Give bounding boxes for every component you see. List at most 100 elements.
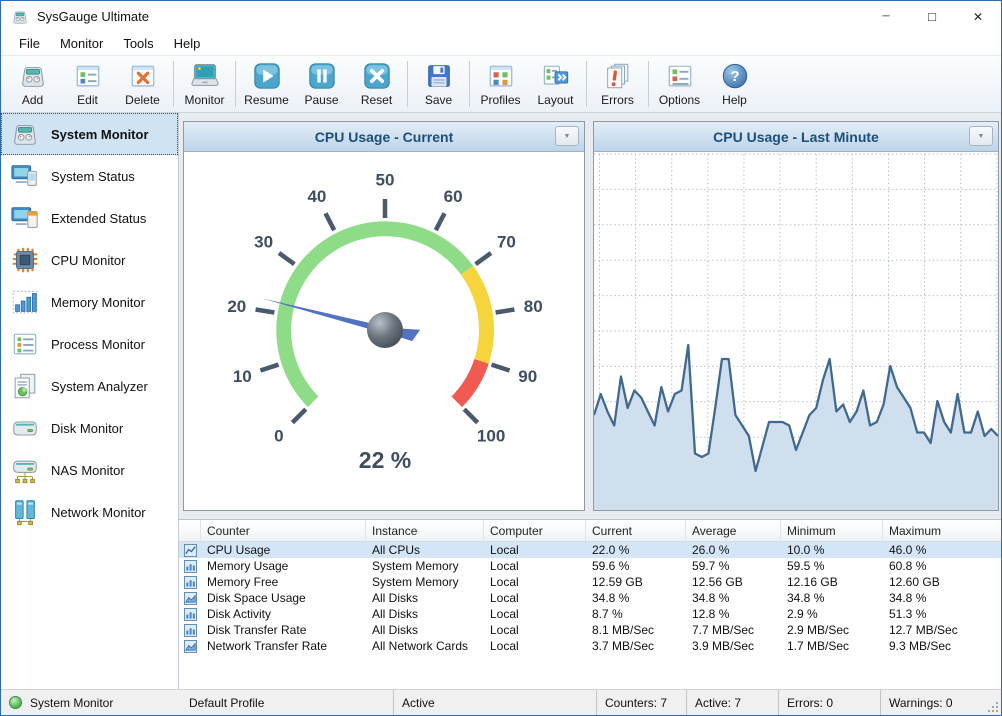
bar-chart-icon (179, 624, 201, 637)
pause-button[interactable]: Pause (294, 58, 349, 110)
help-button[interactable]: ?Help (707, 58, 762, 110)
toolbar-separator (469, 61, 470, 107)
save-button[interactable]: Save (411, 58, 466, 110)
table-row-memory-usage[interactable]: Memory UsageSystem MemoryLocal59.6 %59.7… (179, 558, 1001, 574)
table-row-network-transfer-rate[interactable]: Network Transfer RateAll Network CardsLo… (179, 638, 1001, 654)
play-icon (252, 61, 282, 91)
table-cell: 59.7 % (686, 559, 781, 573)
table-cell: 8.7 % (586, 607, 686, 621)
table-cell: 12.16 GB (781, 575, 883, 589)
sidebar-item-memory-monitor[interactable]: Memory Monitor (1, 281, 178, 323)
toolbar-button-label: Errors (601, 93, 634, 107)
process-list-icon (10, 329, 40, 359)
column-header-maximum[interactable]: Maximum (883, 520, 1002, 541)
table-cell: Memory Usage (201, 559, 366, 573)
table-cell: Local (484, 607, 586, 621)
table-cell: Local (484, 575, 586, 589)
options-button[interactable]: Options (652, 58, 707, 110)
column-header-average[interactable]: Average (686, 520, 781, 541)
table-cell: All Disks (366, 607, 484, 621)
sidebar-item-extended-status[interactable]: Extended Status (1, 197, 178, 239)
column-header-current[interactable]: Current (586, 520, 686, 541)
errors-button[interactable]: Errors (590, 58, 645, 110)
svg-text:30: 30 (254, 232, 273, 251)
table-cell: 2.9 % (781, 607, 883, 621)
reset-button[interactable]: Reset (349, 58, 404, 110)
gauge-panel-title: CPU Usage - Current (315, 129, 453, 145)
status-label: System Monitor (30, 696, 113, 710)
maximize-button[interactable]: □ (909, 1, 955, 32)
table-header-row: CounterInstanceComputerCurrentAverageMin… (179, 520, 1001, 542)
status-label: Warnings: 0 (889, 696, 953, 710)
bar-chart-icon (179, 608, 201, 621)
sidebar-item-system-status[interactable]: System Status (1, 155, 178, 197)
table-cell: 22.0 % (586, 543, 686, 557)
menu-help[interactable]: Help (164, 33, 211, 54)
column-header-instance[interactable]: Instance (366, 520, 484, 541)
table-row-disk-transfer-rate[interactable]: Disk Transfer RateAll DisksLocal8.1 MB/S… (179, 622, 1001, 638)
cpu-usage-gauge: 010203040506070809010022 % (184, 152, 584, 510)
gauge-device-icon (18, 61, 48, 91)
profiles-button[interactable]: Profiles (473, 58, 528, 110)
table-cell: 59.5 % (781, 559, 883, 573)
sidebar-item-label: Disk Monitor (51, 421, 123, 436)
table-cell: Local (484, 543, 586, 557)
table-cell: 60.8 % (883, 559, 1002, 573)
status-active-7: Active: 7 (686, 690, 778, 715)
edit-button[interactable]: Edit (60, 58, 115, 110)
sidebar-item-disk-monitor[interactable]: Disk Monitor (1, 407, 178, 449)
table-row-disk-space-usage[interactable]: Disk Space UsageAll DisksLocal34.8 %34.8… (179, 590, 1001, 606)
table-cell: 7.7 MB/Sec (686, 623, 781, 637)
column-header-minimum[interactable]: Minimum (781, 520, 883, 541)
layout-button[interactable]: Layout (528, 58, 583, 110)
sidebar-item-nas-monitor[interactable]: NAS Monitor (1, 449, 178, 491)
gauge-panel-header: CPU Usage - Current ▼ (184, 122, 584, 152)
column-header-counter[interactable]: Counter (201, 520, 366, 541)
chevron-down-icon: ▼ (564, 133, 571, 140)
status-errors-0: Errors: 0 (778, 690, 880, 715)
toolbar-separator (648, 61, 649, 107)
column-header-computer[interactable]: Computer (484, 520, 586, 541)
monitor-button[interactable]: Monitor (177, 58, 232, 110)
table-cell: 3.7 MB/Sec (586, 639, 686, 653)
add-button[interactable]: Add (5, 58, 60, 110)
close-button[interactable]: ✕ (955, 1, 1001, 32)
toolbar-separator (407, 61, 408, 107)
area-chart-icon (179, 592, 201, 605)
gauge-panel-menu-button[interactable]: ▼ (555, 126, 579, 146)
bar-chart-icon (179, 560, 201, 573)
table-cell: 3.9 MB/Sec (686, 639, 781, 653)
svg-text:90: 90 (518, 367, 537, 386)
delete-button[interactable]: Delete (115, 58, 170, 110)
table-cell: 12.8 % (686, 607, 781, 621)
sidebar-item-system-monitor[interactable]: System Monitor (1, 113, 178, 155)
table-cell: Disk Activity (201, 607, 366, 621)
table-row-cpu-usage[interactable]: CPU UsageAll CPUsLocal22.0 %26.0 %10.0 %… (179, 542, 1001, 558)
title-bar[interactable]: SysGauge Ultimate ─ □ ✕ (1, 1, 1001, 32)
table-cell: Local (484, 639, 586, 653)
minimize-button[interactable]: ─ (863, 1, 909, 32)
menu-tools[interactable]: Tools (113, 33, 163, 54)
history-panel-header: CPU Usage - Last Minute ▼ (594, 122, 998, 152)
sidebar-item-system-analyzer[interactable]: System Analyzer (1, 365, 178, 407)
gauge-device-icon (10, 119, 40, 149)
table-row-memory-free[interactable]: Memory FreeSystem MemoryLocal12.59 GB12.… (179, 574, 1001, 590)
table-row-disk-activity[interactable]: Disk ActivityAll DisksLocal8.7 %12.8 %2.… (179, 606, 1001, 622)
table-cell: 10.0 % (781, 543, 883, 557)
table-cell: 46.0 % (883, 543, 1002, 557)
history-panel-menu-button[interactable]: ▼ (969, 126, 993, 146)
menu-file[interactable]: File (9, 33, 50, 54)
sidebar-item-cpu-monitor[interactable]: CPU Monitor (1, 239, 178, 281)
resize-grip[interactable] (986, 700, 999, 713)
sidebar-item-network-monitor[interactable]: Network Monitor (1, 491, 178, 533)
menu-monitor[interactable]: Monitor (50, 33, 113, 54)
status-system-monitor: System Monitor (1, 690, 181, 715)
table-cell: 34.8 % (686, 591, 781, 605)
status-bar: System MonitorDefault ProfileActiveCount… (1, 689, 1001, 715)
toolbar: AddEditDeleteMonitorResumePauseResetSave… (1, 55, 1001, 113)
svg-text:100: 100 (477, 427, 505, 446)
toolbar-button-label: Profiles (480, 93, 520, 107)
sidebar-item-label: System Analyzer (51, 379, 148, 394)
sidebar-item-process-monitor[interactable]: Process Monitor (1, 323, 178, 365)
resume-button[interactable]: Resume (239, 58, 294, 110)
